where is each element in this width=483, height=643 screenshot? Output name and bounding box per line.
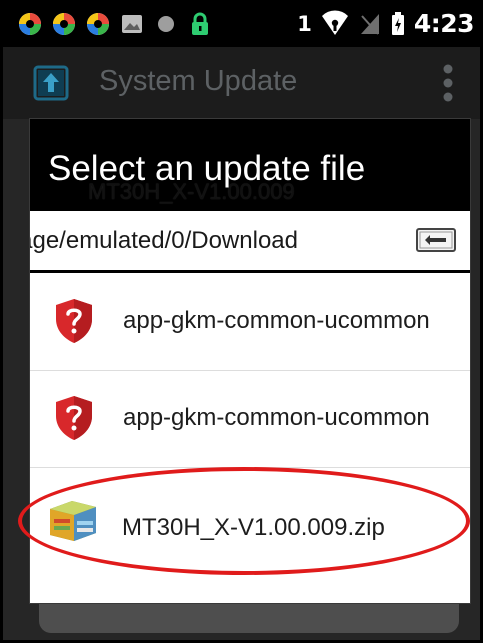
highlight-ellipse bbox=[18, 467, 470, 575]
battery-icon bbox=[391, 11, 404, 35]
signal-icon bbox=[360, 13, 379, 35]
app-notification-icon bbox=[87, 13, 109, 35]
phone-screen: 1 4:23 System Update MT30H_X-V1.00.009 S… bbox=[0, 0, 483, 643]
path-clip: /storage/emulated/0/Download bbox=[30, 211, 390, 270]
dialog-header: MT30H_X-V1.00.009 Select an update file bbox=[30, 119, 470, 211]
current-path: /storage/emulated/0/Download bbox=[30, 227, 298, 254]
app-bar: System Update bbox=[3, 47, 480, 119]
system-update-icon bbox=[33, 65, 69, 101]
app-notification-icon bbox=[53, 13, 75, 35]
shield-warning-icon bbox=[56, 396, 92, 440]
file-name: app-gkm-common-ucommon bbox=[123, 404, 430, 431]
app-title: System Update bbox=[99, 65, 298, 97]
status-indicators: 1 4:23 bbox=[297, 9, 474, 38]
app-notification-icon bbox=[19, 13, 41, 35]
sim-slot-number: 1 bbox=[297, 11, 312, 36]
lock-icon bbox=[192, 12, 208, 35]
image-icon bbox=[122, 15, 142, 33]
file-list-item[interactable]: app-gkm-common-ucommon bbox=[30, 275, 470, 371]
path-bar: /storage/emulated/0/Download bbox=[30, 211, 470, 273]
file-name: app-gkm-common-ucommon bbox=[123, 307, 430, 334]
notification-icons bbox=[15, 10, 215, 38]
overflow-menu-icon[interactable] bbox=[442, 63, 454, 103]
file-list-item[interactable]: app-gkm-common-ucommon bbox=[30, 372, 470, 468]
back-folder-icon[interactable] bbox=[416, 228, 456, 252]
clock: 4:23 bbox=[413, 9, 475, 38]
shield-warning-icon bbox=[56, 299, 92, 343]
wifi-icon bbox=[321, 9, 348, 35]
dot-icon bbox=[158, 16, 174, 32]
dialog-title: Select an update file bbox=[48, 149, 366, 188]
status-bar: 1 4:23 bbox=[3, 3, 480, 47]
